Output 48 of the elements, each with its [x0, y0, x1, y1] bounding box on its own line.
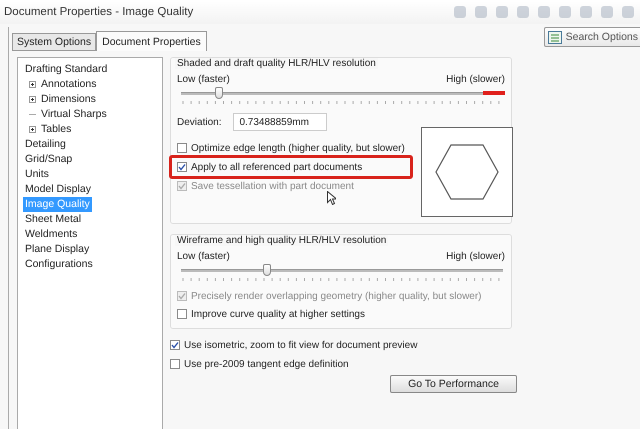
- option-label: Improve curve quality at higher settings: [191, 308, 365, 320]
- option-label: Optimize edge length (higher quality, but slower): [191, 142, 405, 154]
- tree-line: [29, 111, 36, 118]
- slider-label: Low (faster): [177, 251, 230, 262]
- search-button[interactable]: Search Options: [544, 27, 640, 47]
- checkbox[interactable]: [170, 340, 180, 350]
- hexagon-drawing: [435, 144, 499, 200]
- tree-item[interactable]: Weldments: [23, 227, 80, 242]
- checkbox[interactable]: [177, 162, 187, 172]
- list-icon: [548, 30, 562, 44]
- cursor-icon: [327, 191, 336, 205]
- checkbox[interactable]: [177, 143, 187, 153]
- option-label: Use isometric, zoom to fit view for document preview: [184, 340, 418, 350]
- slider-thumb[interactable]: [215, 87, 224, 99]
- option-label: Use pre-2009 tangent edge definition: [184, 358, 349, 370]
- tree-item[interactable]: Dimensions: [39, 92, 98, 107]
- tree-item[interactable]: Plane Display: [23, 242, 92, 257]
- tree-item[interactable]: Configurations: [23, 257, 95, 272]
- tree-item[interactable]: Sheet Metal: [23, 212, 84, 227]
- option-label: Apply to all referenced part documents: [191, 162, 362, 172]
- group-title: Shaded and draft quality HLR/HLV resolution: [175, 58, 378, 69]
- checkbox[interactable]: [170, 359, 180, 369]
- tree-item[interactable]: Detailing: [23, 137, 68, 152]
- slider-label: High (slower): [446, 74, 505, 85]
- window-title: Document Properties - Image Quality: [4, 6, 194, 18]
- tree-item[interactable]: Units: [23, 167, 51, 182]
- slider-thumb[interactable]: [263, 264, 272, 276]
- tree-item[interactable]: Annotations: [39, 77, 98, 92]
- expand-icon[interactable]: [29, 81, 36, 88]
- tree-item[interactable]: Virtual Sharps: [39, 107, 109, 122]
- tree-item[interactable]: Model Display: [23, 182, 93, 197]
- tree-item[interactable]: Drafting Standard: [23, 62, 110, 77]
- performance-button[interactable]: Go To Performance: [390, 375, 517, 393]
- expand-icon[interactable]: [29, 126, 36, 133]
- slider-label: High (slower): [446, 251, 505, 262]
- slider-label: Low (faster): [177, 74, 230, 85]
- tab[interactable]: Document Properties: [96, 31, 207, 51]
- tab[interactable]: System Options: [12, 33, 96, 50]
- expand-icon[interactable]: [29, 96, 36, 103]
- range-marker: [483, 91, 505, 95]
- option-label: Precisely render overlapping geometry (higher quality, but slower): [191, 290, 482, 302]
- option-label: Save tessellation with part document: [191, 180, 354, 192]
- tree-item[interactable]: Grid/Snap: [23, 152, 74, 167]
- deviation-field[interactable]: 0.73488859mm: [233, 113, 328, 131]
- tree-item[interactable]: Tables: [39, 122, 74, 137]
- field-label: Deviation:: [177, 116, 222, 128]
- group-title: Wireframe and high quality HLR/HLV resolution: [175, 235, 388, 246]
- checkbox[interactable]: [177, 309, 187, 319]
